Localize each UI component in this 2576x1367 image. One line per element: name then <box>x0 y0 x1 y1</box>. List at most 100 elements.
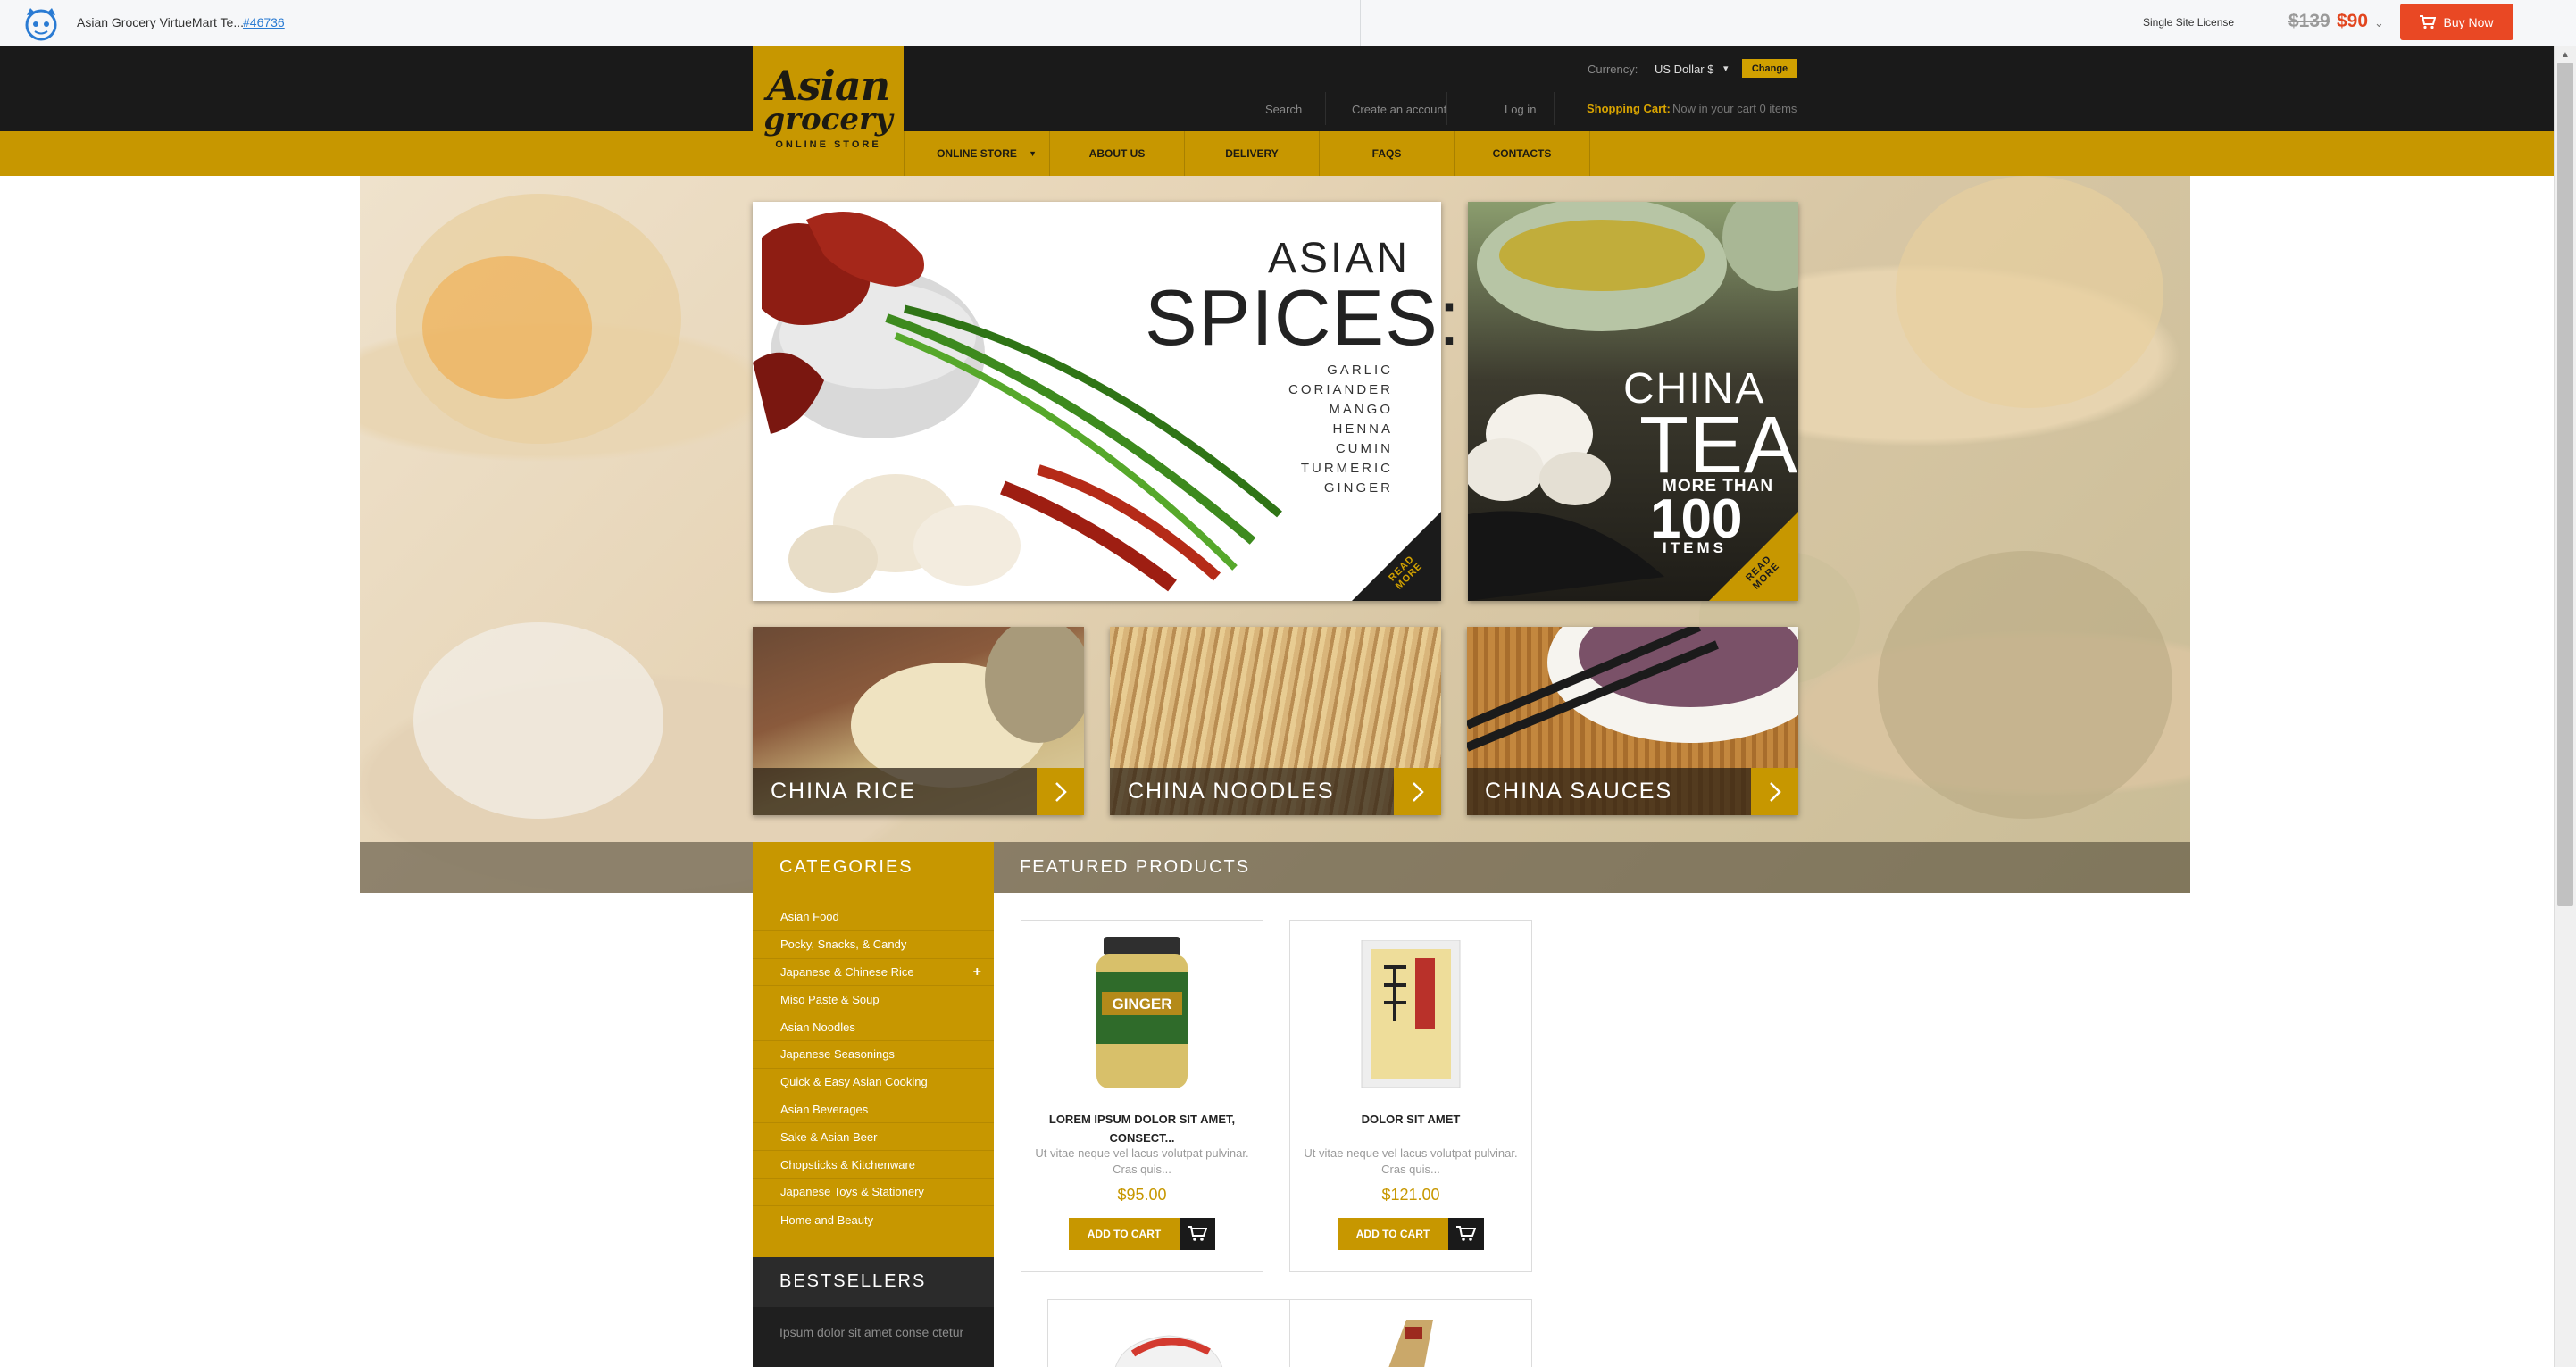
license-label[interactable]: Single Site License <box>2143 16 2234 29</box>
currency-label: Currency: <box>1588 63 1638 76</box>
divider <box>1325 92 1326 125</box>
category-item[interactable]: Japanese Seasonings <box>753 1041 994 1069</box>
preview-bar: Asian Grocery VirtueMart Te... #46736 Si… <box>0 0 2576 46</box>
arrow-right-icon[interactable] <box>1394 768 1441 815</box>
category-item-label: Chopsticks & Kitchenware <box>780 1157 916 1171</box>
templatemonster-logo-icon[interactable] <box>16 4 66 42</box>
categories-title: CATEGORIES <box>779 857 913 877</box>
category-item-label: Asian Noodles <box>780 1020 855 1034</box>
spice-item: GARLIC <box>1327 363 1393 378</box>
add-to-cart-button[interactable]: ADD TO CART <box>1069 1218 1215 1250</box>
spice-item: HENNA <box>1332 421 1393 437</box>
cart-icon <box>2420 14 2437 29</box>
category-label: CHINA RICE <box>771 779 917 804</box>
site-logo[interactable]: Asian grocery ONLINE STORE <box>753 46 904 176</box>
category-item-label: Pocky, Snacks, & Candy <box>780 938 907 952</box>
category-item[interactable]: Quick & Easy Asian Cooking <box>753 1069 994 1096</box>
nav-contacts[interactable]: CONTACTS <box>1455 131 1589 176</box>
buy-now-button[interactable]: Buy Now <box>2400 4 2513 40</box>
shopping-cart-label[interactable]: Shopping Cart: <box>1587 102 1671 115</box>
bestsellers-title: BESTSELLERS <box>779 1271 927 1291</box>
template-title: Asian Grocery VirtueMart Te... <box>77 15 244 29</box>
category-banner-noodles[interactable]: CHINA NOODLES <box>1110 627 1441 815</box>
category-item[interactable]: Asian Food <box>753 904 994 931</box>
buy-now-label: Buy Now <box>2443 14 2494 29</box>
category-item[interactable]: Asian Beverages <box>753 1096 994 1124</box>
category-item[interactable]: Japanese Toys & Stationery <box>753 1179 994 1206</box>
add-to-cart-button[interactable]: ADD TO CART <box>1338 1218 1484 1250</box>
add-to-cart-label: ADD TO CART <box>1087 1228 1162 1240</box>
category-item[interactable]: Japanese & Chinese Rice + <box>753 959 994 987</box>
spice-item: CUMIN <box>1335 441 1393 456</box>
categories-header: CATEGORIES <box>753 842 994 893</box>
add-to-cart-label: ADD TO CART <box>1355 1228 1430 1240</box>
arrow-right-icon[interactable] <box>1037 768 1084 815</box>
spice-item: CORIANDER <box>1288 382 1393 397</box>
product-jar-label: GINGER <box>1112 996 1171 1013</box>
caret-down-icon[interactable]: ▾ <box>1723 63 1729 74</box>
category-item[interactable]: Chopsticks & Kitchenware <box>753 1151 994 1179</box>
category-label: CHINA NOODLES <box>1128 779 1335 804</box>
product-card <box>1289 1299 1532 1367</box>
logo-tagline: ONLINE STORE <box>775 139 881 150</box>
category-item[interactable]: Sake & Asian Beer <box>753 1123 994 1152</box>
category-item[interactable]: Pocky, Snacks, & Candy <box>753 931 994 959</box>
cart-icon <box>1180 1218 1215 1250</box>
product-description: Ut vitae neque vel lacus volutpat pulvin… <box>1304 1146 1518 1176</box>
currency-change-button[interactable]: Change <box>1742 59 1797 78</box>
product-card: GINGER LOREM IPSUM DOLOR SIT AMET, CONSE… <box>1021 920 1263 1272</box>
chevron-down-icon[interactable]: ⌄ <box>2374 16 2384 30</box>
divider <box>1589 131 1590 176</box>
nav-delivery[interactable]: DELIVERY <box>1185 131 1319 176</box>
category-item-label: Asian Food <box>780 910 839 924</box>
category-item[interactable]: Asian Noodles <box>753 1013 994 1041</box>
scrollbar-thumb[interactable] <box>2557 63 2573 906</box>
template-id-link[interactable]: #46736 <box>243 15 285 29</box>
category-item-label: Japanese Seasonings <box>780 1047 895 1062</box>
search-link[interactable]: Search <box>1265 103 1302 116</box>
product-description: Ut vitae neque vel lacus volutpat pulvin… <box>1035 1146 1249 1176</box>
category-label: CHINA SAUCES <box>1485 779 1673 804</box>
divider <box>1554 92 1555 125</box>
page-scrollbar[interactable]: ▲ <box>2554 46 2576 1367</box>
arrow-right-icon[interactable] <box>1751 768 1798 815</box>
lentils-shape <box>1878 551 2172 819</box>
product-price: $95.00 <box>1117 1186 1167 1204</box>
category-item[interactable]: Miso Paste & Soup <box>753 986 994 1014</box>
caret-down-icon: ▼ <box>1029 149 1037 158</box>
nav-online-store[interactable]: ONLINE STORE ▼ <box>905 131 1049 176</box>
product-image[interactable] <box>1371 1320 1451 1367</box>
category-list: Asian Food Pocky, Snacks, & Candy Japane… <box>753 893 994 1257</box>
nav-faqs[interactable]: FAQS <box>1320 131 1454 176</box>
nav-label: ONLINE STORE <box>937 147 1017 160</box>
create-account-link[interactable]: Create an account <box>1352 103 1446 116</box>
tea-items-label: ITEMS <box>1663 539 1727 556</box>
category-item-label: Japanese & Chinese Rice <box>780 964 914 979</box>
product-image[interactable] <box>1353 940 1469 1088</box>
product-name[interactable]: DOLOR SIT AMET <box>1299 1110 1522 1129</box>
product-name[interactable]: LOREM IPSUM DOLOR SIT AMET, CONSECT... <box>1030 1110 1254 1147</box>
product-card <box>1047 1299 1290 1367</box>
old-price: $139 <box>2288 11 2330 31</box>
login-link[interactable]: Log in <box>1505 103 1536 116</box>
spice-item: GINGER <box>1323 480 1393 496</box>
divider <box>1360 0 1361 46</box>
bowl-shape <box>1896 176 2163 408</box>
new-price: $90 <box>2337 11 2369 31</box>
category-item-label: Sake & Asian Beer <box>780 1129 878 1144</box>
product-image[interactable]: GINGER <box>1093 937 1191 1088</box>
expand-plus-icon[interactable]: + <box>973 964 981 980</box>
category-item[interactable]: Home and Beauty <box>753 1206 994 1234</box>
logo-line1: Asian <box>766 62 890 110</box>
bestseller-item[interactable]: Ipsum dolor sit amet conse ctetur <box>779 1325 963 1339</box>
currency-select[interactable]: US Dollar $ <box>1655 63 1713 76</box>
scroll-up-icon[interactable]: ▲ <box>2561 50 2570 60</box>
nav-about-us[interactable]: ABOUT US <box>1050 131 1184 176</box>
category-banner-sauces[interactable]: CHINA SAUCES <box>1467 627 1798 815</box>
category-item-label: Home and Beauty <box>780 1213 874 1227</box>
featured-products-title: FEATURED PRODUCTS <box>1020 857 1251 877</box>
product-image[interactable] <box>1106 1327 1231 1367</box>
logo-line2: grocery <box>763 102 893 138</box>
category-item-label: Miso Paste & Soup <box>780 992 880 1006</box>
category-banner-rice[interactable]: CHINA RICE <box>753 627 1084 815</box>
